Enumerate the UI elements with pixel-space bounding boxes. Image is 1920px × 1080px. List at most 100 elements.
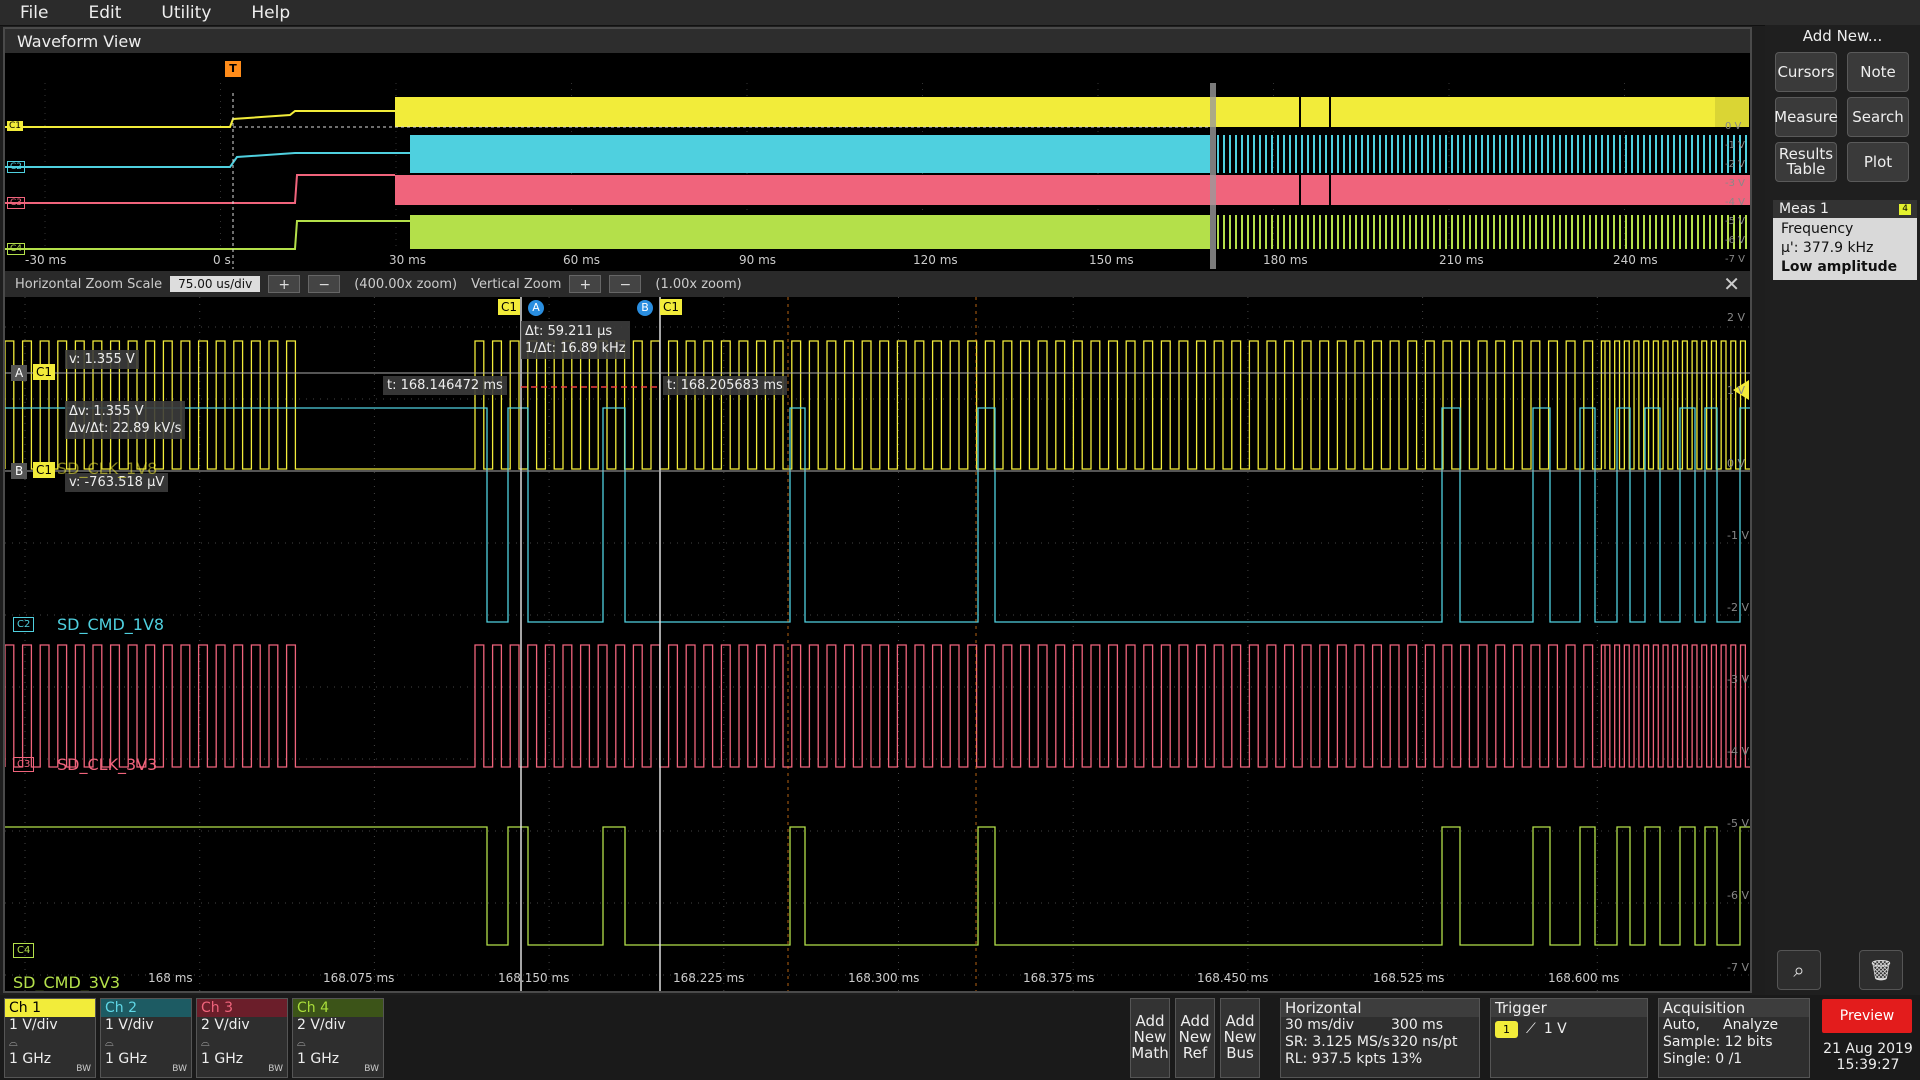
trigger-title: Trigger — [1491, 999, 1647, 1017]
date: 21 Aug 2019 — [1823, 1041, 1913, 1057]
cursor-b-horizontal-tag[interactable]: B — [11, 463, 28, 479]
trigger-settings[interactable]: Trigger 1 ⟋ 1 V — [1490, 998, 1648, 1078]
time-tick: 168.150 ms — [498, 971, 570, 985]
c3-tag[interactable]: C3 — [13, 757, 35, 772]
add-new-bus-button[interactable]: Add New Bus — [1220, 998, 1260, 1078]
waveform-view[interactable]: Waveform View T -30 ms 0 s 30 ms 60 ms 9… — [3, 27, 1752, 993]
cursor-delta-v-readout: Δv: 1.355 V Δv/Δt: 22.89 kV/s — [65, 401, 186, 439]
bandwidth-limit-icon: BW — [268, 1064, 283, 1074]
overview-volt-tick: -1 V — [1725, 140, 1745, 151]
meas-1-note: Low amplitude — [1781, 259, 1898, 275]
trigger-position-marker[interactable]: T — [225, 61, 241, 77]
volt-tick: -1 V — [1727, 529, 1749, 542]
zoom-plot[interactable]: 168 ms 168.075 ms 168.150 ms 168.225 ms 168.… — [5, 297, 1750, 991]
cursor-delta-t-readout: Δt: 59.211 µs 1/Δt: 16.89 kHz — [521, 321, 630, 359]
time-tick: 168.225 ms — [673, 971, 745, 985]
time-tick: 168.300 ms — [848, 971, 920, 985]
menu-help[interactable]: Help — [231, 3, 310, 23]
overview-c4-tag[interactable]: C4 — [7, 243, 26, 255]
overview-volt-tick: -5 V — [1725, 216, 1745, 227]
sample-rate: SR: 3.125 MS/s — [1285, 1034, 1390, 1050]
time-tick: 168.600 ms — [1548, 971, 1620, 985]
hzoom-factor: (400.00x zoom) — [354, 276, 458, 292]
overview-plot[interactable]: T -30 ms 0 s 30 ms 60 ms 90 ms 120 ms 150 ms 18… — [5, 53, 1750, 271]
trash-icon[interactable]: 🗑 — [1859, 950, 1903, 990]
vzoom-in-button[interactable]: + — [569, 275, 602, 293]
cursor-b-channel-tag[interactable]: C1 — [33, 462, 56, 478]
overview-c2-tag[interactable]: C2 — [7, 161, 26, 173]
channel-3-settings[interactable]: Ch 32 V/div ⌓ 1 GHz BW — [196, 998, 288, 1078]
overview-time-tick: 90 ms — [739, 253, 777, 267]
results-table-button[interactable]: Results Table — [1775, 142, 1837, 182]
overview-c3-tag[interactable]: C3 — [7, 197, 26, 209]
record-length: RL: 937.5 kpts — [1285, 1051, 1387, 1067]
vzoom-out-button[interactable]: − — [609, 275, 642, 293]
overview-time-tick: 30 ms — [389, 253, 427, 267]
cursor-a-channel-tag[interactable]: C1 — [33, 364, 56, 380]
menu-edit[interactable]: Edit — [68, 3, 141, 23]
volt-tick: 2 V — [1727, 311, 1746, 324]
acquisition-settings[interactable]: Acquisition Auto, Analyze Sample: 12 bits… — [1658, 998, 1810, 1078]
meas-1-badge[interactable]: Meas 1 4 Frequency µ': 377.9 kHz Low ampl… — [1773, 200, 1917, 280]
overview-time-tick: 0 s — [213, 253, 231, 267]
cursor-a-c1-tag[interactable]: C1 — [498, 299, 521, 315]
horizontal-settings[interactable]: Horizontal 30 ms/div 300 ms SR: 3.125 MS/… — [1280, 998, 1480, 1078]
note-button[interactable]: Note — [1847, 52, 1909, 92]
c4-tag[interactable]: C4 — [13, 943, 35, 958]
resolution: 320 ns/pt — [1391, 1034, 1458, 1050]
volt-tick: -2 V — [1727, 601, 1749, 614]
overview-time-tick: 240 ms — [1613, 253, 1658, 267]
measure-button[interactable]: Measure — [1774, 97, 1838, 137]
overview-time-tick: 60 ms — [563, 253, 601, 267]
cursor-a-time-readout: t: 168.146472 ms — [383, 376, 507, 395]
cursors-button[interactable]: Cursors — [1775, 52, 1837, 92]
channel-1-title: Ch 1 — [5, 999, 95, 1017]
c3-label: SD_CLK_3V3 — [57, 755, 158, 774]
menu-file[interactable]: File — [0, 3, 68, 23]
bandwidth-limit-icon: BW — [172, 1064, 187, 1074]
menu-utility[interactable]: Utility — [141, 3, 231, 23]
acquisition-sample: Sample: 12 bits — [1663, 1034, 1773, 1050]
overview-traces — [5, 83, 1750, 269]
search-button[interactable]: Search — [1847, 97, 1909, 137]
add-new-ref-button[interactable]: Add New Ref — [1175, 998, 1215, 1078]
channel-4-settings[interactable]: Ch 42 V/div ⌓ 1 GHz BW — [292, 998, 384, 1078]
c2-tag[interactable]: C2 — [13, 617, 35, 632]
acquisition-analyze: Analyze — [1723, 1017, 1779, 1033]
settings-bar: Ch 11 V/div ⌓ 1 GHz BW Ch 21 V/div ⌓ 1 GHz BW Ch… — [0, 995, 1920, 1080]
channel-2-settings[interactable]: Ch 21 V/div ⌓ 1 GHz BW — [100, 998, 192, 1078]
overview-c1-tag[interactable]: C1 — [7, 121, 24, 131]
add-new-math-button[interactable]: Add New Math — [1130, 998, 1170, 1078]
delta-v-dt-value: Δv/Δt: 22.89 kV/s — [69, 421, 182, 436]
channel-2-vdiv: 1 V/div — [105, 1017, 154, 1033]
cursor-b-handle[interactable]: B — [637, 300, 653, 316]
preview-button[interactable]: Preview — [1822, 999, 1912, 1033]
zoom-toolbar: Horizontal Zoom Scale 75.00 us/div + − (… — [5, 271, 1750, 297]
channel-4-vdiv: 2 V/div — [297, 1017, 346, 1033]
time-tick: 168.375 ms — [1023, 971, 1095, 985]
probe-icon: ⌓ — [201, 1036, 210, 1049]
zoom-search-icon[interactable]: ⌕ — [1777, 950, 1821, 990]
probe-icon: ⌓ — [9, 1036, 18, 1049]
meas-1-value: µ': 377.9 kHz — [1781, 240, 1874, 256]
cursor-a-handle[interactable]: A — [528, 300, 544, 316]
hzoom-scale-value[interactable]: 75.00 us/div — [170, 276, 261, 292]
volt-tick: 0 V — [1727, 457, 1746, 470]
date-time: 21 Aug 2019 15:39:27 — [1818, 1041, 1918, 1073]
channel-1-settings[interactable]: Ch 11 V/div ⌓ 1 GHz BW — [4, 998, 96, 1078]
c2-trace — [5, 407, 1750, 623]
time-tick: 168.450 ms — [1197, 971, 1269, 985]
plot-button[interactable]: Plot — [1847, 142, 1909, 182]
overview-time-tick: 120 ms — [913, 253, 958, 267]
hzoom-in-button[interactable]: + — [268, 275, 301, 293]
waveform-view-title: Waveform View — [5, 29, 1750, 53]
probe-icon: ⌓ — [105, 1036, 114, 1049]
cursor-b-c1-tag[interactable]: C1 — [660, 299, 683, 315]
delta-v-value: Δv: 1.355 V — [69, 404, 144, 419]
cursor-a-horizontal-tag[interactable]: A — [11, 365, 28, 381]
cursor-a-voltage-readout: v: 1.355 V — [65, 350, 139, 369]
hzoom-out-button[interactable]: − — [308, 275, 341, 293]
cursor-b-time-readout: t: 168.205683 ms — [663, 376, 787, 395]
close-zoom-icon[interactable]: ✕ — [1723, 272, 1740, 296]
c1-trace — [5, 340, 1750, 470]
